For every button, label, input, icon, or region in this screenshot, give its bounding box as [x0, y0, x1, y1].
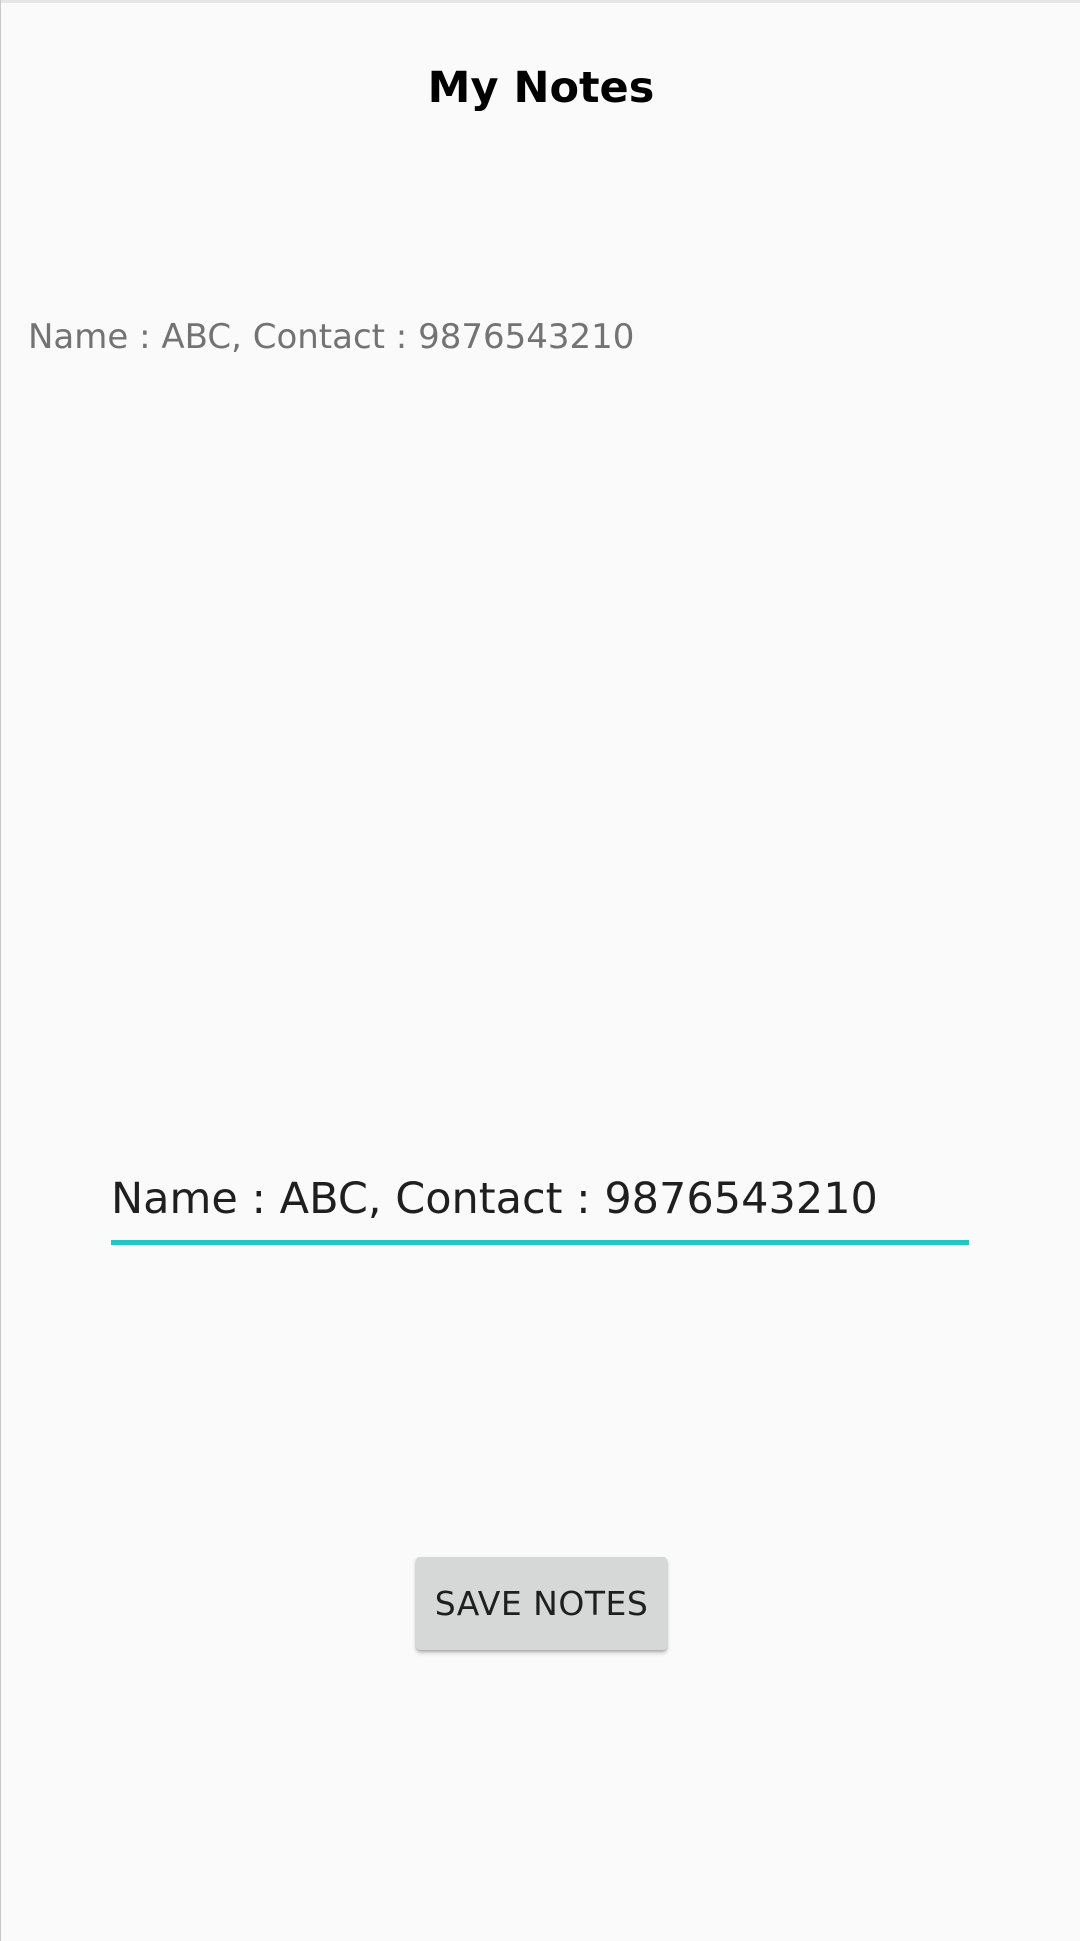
- saved-note-text: Name : ABC, Contact : 9876543210: [28, 317, 635, 357]
- input-focus-underline: [111, 1240, 969, 1245]
- save-notes-button[interactable]: SAVE NOTES: [416, 1557, 667, 1650]
- status-bar-edge: [1, 0, 1080, 3]
- page-title: My Notes: [427, 63, 655, 113]
- note-input[interactable]: [111, 1162, 969, 1236]
- notes-screen: My Notes Name : ABC, Contact : 987654321…: [0, 0, 1080, 1941]
- note-input-container: [111, 1162, 969, 1246]
